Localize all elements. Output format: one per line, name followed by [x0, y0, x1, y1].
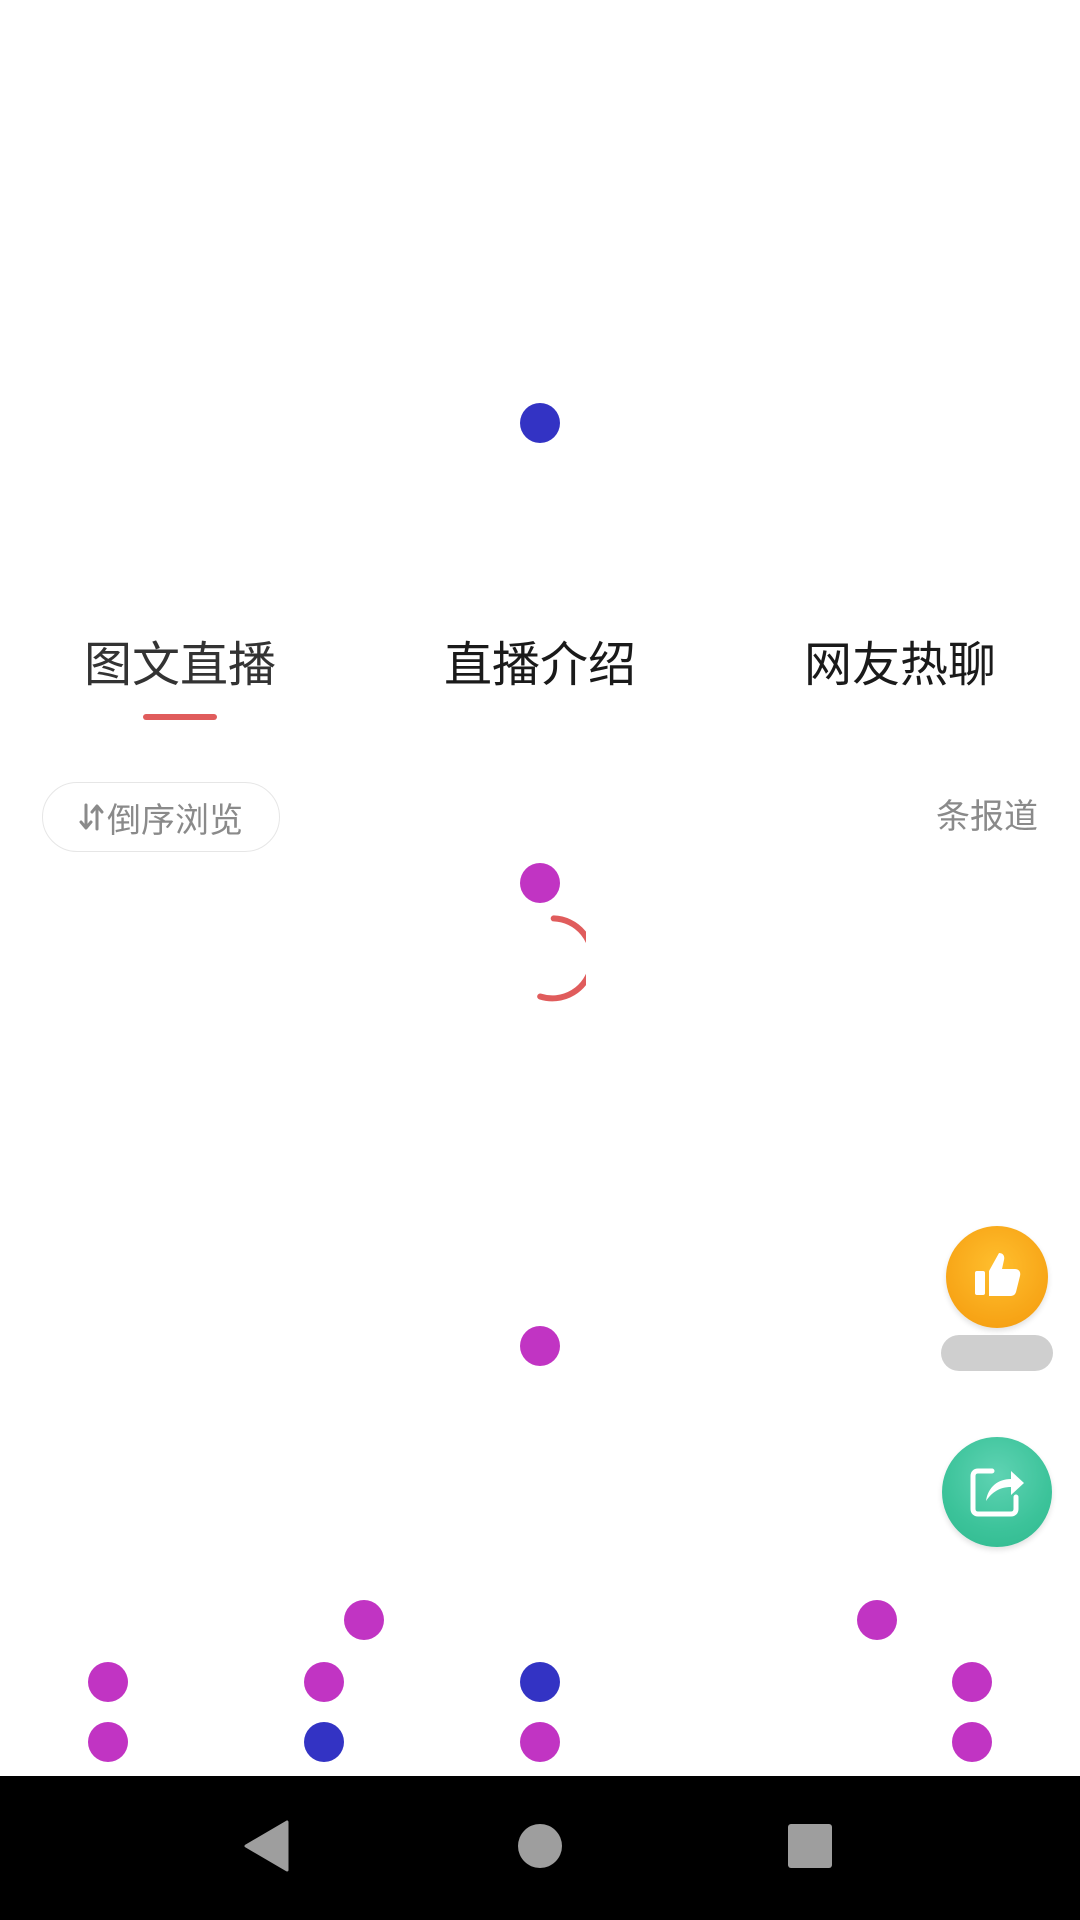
share-icon [964, 1457, 1030, 1527]
loading-dot [88, 1722, 128, 1762]
like-button[interactable] [946, 1226, 1048, 1328]
reverse-sort-button[interactable]: 倒序浏览 [42, 782, 280, 852]
loading-dot [952, 1662, 992, 1702]
loading-dot [304, 1662, 344, 1702]
sort-arrows-icon [79, 802, 105, 832]
tab-label: 图文直播 [83, 637, 276, 693]
active-tab-indicator [143, 714, 217, 720]
loading-dot [304, 1722, 344, 1762]
tab-bar: 图文直播 直播介绍 网友热聊 [0, 630, 1080, 730]
back-triangle-icon [242, 1820, 292, 1876]
tab-label: 直播介绍 [443, 637, 636, 693]
tab-live-intro[interactable]: 直播介绍 [360, 630, 720, 730]
home-circle-icon [517, 1823, 563, 1873]
share-button[interactable] [942, 1437, 1052, 1547]
loading-dot [520, 1662, 560, 1702]
loading-dot [952, 1722, 992, 1762]
nav-home-button[interactable] [480, 1776, 600, 1920]
loading-dot [520, 1326, 560, 1366]
live-page: 图文直播 直播介绍 网友热聊 倒序浏览 条报道 [0, 0, 1080, 1920]
report-count: 条报道 [936, 797, 1038, 837]
nav-back-button[interactable] [207, 1776, 327, 1920]
like-count-pill [941, 1335, 1053, 1371]
sort-label: 倒序浏览 [107, 800, 243, 841]
loading-dot [520, 1722, 560, 1762]
nav-recents-button[interactable] [750, 1776, 870, 1920]
spinner-arc [537, 915, 586, 1002]
tab-graphic-live[interactable]: 图文直播 [0, 630, 360, 730]
thumbs-up-icon [967, 1245, 1027, 1309]
loading-dot [88, 1662, 128, 1702]
loading-dot [344, 1600, 384, 1640]
loading-dot [520, 403, 560, 443]
loading-dot [857, 1600, 897, 1640]
loading-spinner [537, 915, 586, 1002]
loading-dot [520, 863, 560, 903]
tab-user-chat[interactable]: 网友热聊 [720, 630, 1080, 730]
system-navigation-bar [0, 1776, 1080, 1920]
recents-square-icon [787, 1823, 833, 1873]
tab-label: 网友热聊 [803, 637, 996, 693]
